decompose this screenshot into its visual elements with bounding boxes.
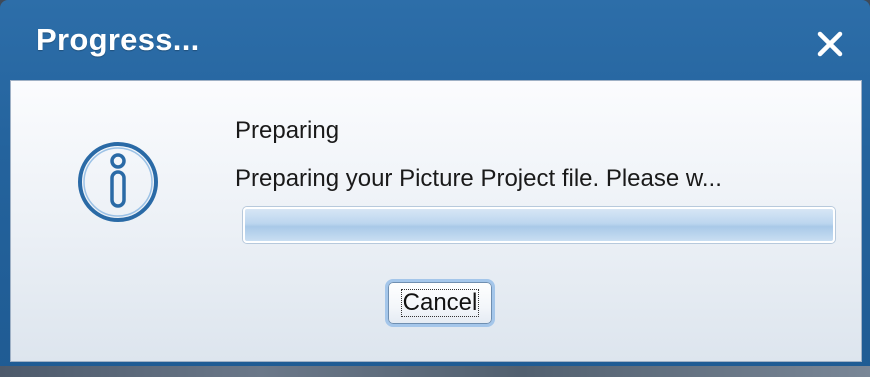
title-bar[interactable]: Progress...	[0, 0, 870, 80]
close-icon	[817, 31, 843, 57]
status-heading: Preparing	[235, 117, 340, 144]
info-icon	[78, 142, 158, 222]
close-button[interactable]	[812, 26, 848, 62]
window-title: Progress...	[36, 22, 200, 57]
progress-dialog: Progress... Preparing Preparing your Pic…	[0, 0, 870, 377]
cancel-button-label: Cancel	[400, 289, 480, 317]
taskbar-strip	[0, 366, 870, 377]
status-message: Preparing your Picture Project file. Ple…	[235, 165, 722, 192]
cancel-button[interactable]: Cancel	[385, 279, 495, 327]
progress-bar	[243, 207, 835, 243]
dialog-body: Preparing Preparing your Picture Project…	[10, 80, 862, 362]
